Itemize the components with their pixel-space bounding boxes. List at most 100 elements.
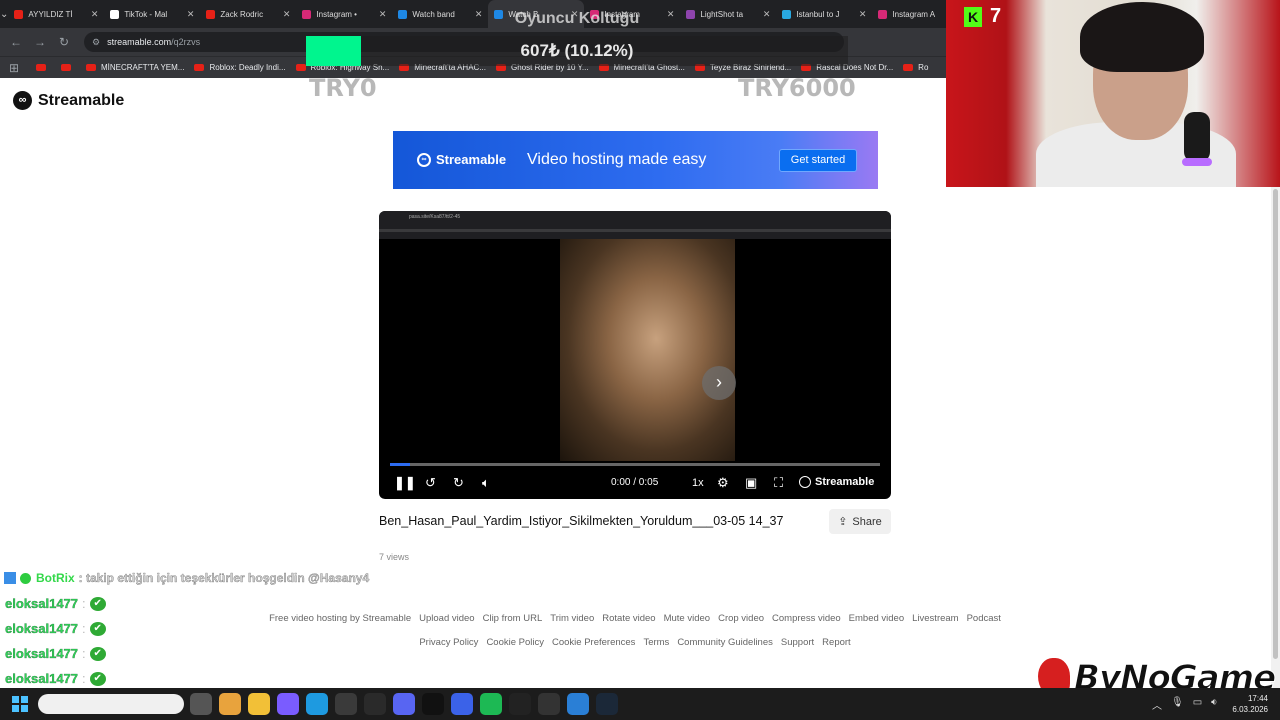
- bookmark-item[interactable]: [61, 63, 76, 72]
- footer-link[interactable]: Rotate video: [602, 613, 655, 624]
- start-button[interactable]: [12, 696, 28, 712]
- footer-link[interactable]: Upload video: [419, 613, 474, 624]
- footer-link[interactable]: Trim video: [550, 613, 594, 624]
- donation-goal-max: TRY6000: [738, 74, 856, 102]
- bookmark-item[interactable]: Roblox: Deadly Indi...: [194, 63, 286, 72]
- footer-link[interactable]: Cookie Preferences: [552, 637, 635, 648]
- youtube-icon: [295, 64, 306, 71]
- banner-logo-icon: ∞: [417, 152, 431, 167]
- apps-grid-icon[interactable]: ⊞: [2, 61, 26, 75]
- tab-close-icon[interactable]: ✕: [859, 9, 867, 20]
- footer-link[interactable]: Privacy Policy: [419, 637, 478, 648]
- forward-icon[interactable]: ↻: [453, 475, 464, 491]
- chat-username: eloksal1477: [5, 671, 79, 686]
- player-streamable-logo[interactable]: Streamable: [799, 476, 874, 488]
- browser-tab[interactable]: Zack Rodric ✕: [200, 0, 296, 28]
- footer-link[interactable]: Community Guidelines: [677, 637, 773, 648]
- site-info-icon[interactable]: ⚙: [92, 37, 100, 48]
- taskbar-search[interactable]: [38, 694, 184, 714]
- footer-link[interactable]: Embed video: [849, 613, 904, 624]
- get-started-button[interactable]: Get started: [779, 149, 857, 172]
- chat-colon: :: [82, 646, 86, 661]
- footer-link[interactable]: Terms: [643, 637, 669, 648]
- fullscreen-icon[interactable]: ⛶: [774, 475, 783, 491]
- system-tray: ︿ 🎙︎ ▭ 🔉︎: [1152, 697, 1226, 712]
- footer-link[interactable]: Livestream: [912, 613, 958, 624]
- rewind-icon[interactable]: ↺: [425, 475, 436, 491]
- copilot-icon[interactable]: [277, 693, 299, 715]
- inner-url-text: pasa.site/Ksa87/tt/2-45: [409, 214, 461, 220]
- task-view-icon[interactable]: [190, 693, 212, 715]
- verified-badge-icon: [20, 572, 31, 584]
- tab-close-icon[interactable]: ✕: [283, 9, 291, 20]
- next-video-button[interactable]: ›: [702, 366, 736, 400]
- volume-icon[interactable]: 🔈︎: [482, 475, 490, 491]
- tab-search-chevron-icon[interactable]: ⌄: [0, 0, 8, 28]
- share-button[interactable]: ⇪ Share: [829, 509, 891, 534]
- terminal-icon[interactable]: [509, 693, 531, 715]
- bookmark-item[interactable]: MİNECRAFT'TA YEM...: [86, 63, 184, 72]
- tab-close-icon[interactable]: ✕: [91, 9, 99, 20]
- footer-link[interactable]: Mute video: [664, 613, 710, 624]
- kick-viewer-count: 7: [990, 5, 1002, 27]
- speaker-icon[interactable]: 🔉︎: [1211, 697, 1217, 712]
- spotify-icon[interactable]: [480, 693, 502, 715]
- banner-tagline: Video hosting made easy: [527, 151, 707, 168]
- chat-message: eloksal1477:✔: [5, 646, 106, 661]
- page-scrollbar[interactable]: [1271, 187, 1280, 688]
- footer-link[interactable]: Crop video: [718, 613, 764, 624]
- footer-link[interactable]: Report: [822, 637, 851, 648]
- roblox-studio-icon[interactable]: [567, 693, 589, 715]
- chat-colon: :: [82, 621, 86, 636]
- video-progress-bar[interactable]: [390, 463, 880, 466]
- file-explorer-icon[interactable]: [248, 693, 270, 715]
- back-arrow-icon[interactable]: ←: [4, 35, 28, 49]
- footer-link[interactable]: Cookie Policy: [486, 637, 544, 648]
- pause-icon[interactable]: ❚❚: [394, 475, 416, 491]
- youtube-icon: [36, 64, 46, 71]
- playback-speed-button[interactable]: 1x: [692, 477, 704, 489]
- edge-icon[interactable]: [306, 693, 328, 715]
- chat-message: eloksal1477:✔: [5, 621, 106, 636]
- discord-icon[interactable]: [393, 693, 415, 715]
- share-icon: ⇪: [838, 516, 848, 528]
- obs-icon[interactable]: [364, 693, 386, 715]
- clock-time: 17:44: [1247, 694, 1268, 703]
- video-time: 0:00 / 0:05: [611, 477, 659, 488]
- footer-link[interactable]: Support: [781, 637, 814, 648]
- store-icon[interactable]: [335, 693, 357, 715]
- tab-title: AYYILDIZ Tİ: [28, 9, 73, 19]
- tab-close-icon[interactable]: ✕: [187, 9, 195, 20]
- chat-username: eloksal1477: [5, 596, 79, 611]
- promo-banner[interactable]: ∞ Streamable Video hosting made easy Get…: [393, 131, 878, 189]
- url-host: streamable.com: [107, 37, 172, 47]
- browser-tab[interactable]: AYYILDIZ Tİ ✕: [8, 0, 104, 28]
- picture-in-picture-icon[interactable]: ▣: [745, 475, 757, 491]
- vpn-icon[interactable]: [451, 693, 473, 715]
- footer-link[interactable]: Podcast: [967, 613, 1001, 624]
- tray-chevron-icon[interactable]: ︿: [1152, 697, 1162, 712]
- bookmark-item[interactable]: Ro: [903, 63, 928, 72]
- footer-link[interactable]: Free video hosting by Streamable: [269, 613, 411, 624]
- capcut-icon[interactable]: [422, 693, 444, 715]
- epic-games-icon[interactable]: [538, 693, 560, 715]
- checkmark-emote-icon: ✔: [89, 621, 106, 636]
- taskbar-clock[interactable]: 17:44 6.03.2026: [1232, 693, 1268, 715]
- forward-arrow-icon[interactable]: →: [28, 35, 52, 49]
- streamable-logo[interactable]: ∞ Streamable: [13, 91, 124, 110]
- video-player[interactable]: pasa.site/Ksa87/tt/2-45 › ❚❚ ↺ ↻ 🔈︎ 0:00…: [379, 211, 891, 499]
- mic-tray-icon[interactable]: 🎙︎: [1171, 697, 1184, 712]
- webcam-hair: [1080, 2, 1204, 72]
- browser-tab[interactable]: TikTok - Mal ✕: [104, 0, 200, 28]
- footer-link[interactable]: Compress video: [772, 613, 841, 624]
- settings-gear-icon[interactable]: ⚙: [717, 475, 729, 491]
- bookmark-item[interactable]: [36, 63, 51, 72]
- network-icon[interactable]: ▭: [1193, 697, 1202, 712]
- scrollbar-thumb[interactable]: [1273, 189, 1278, 659]
- steam-icon[interactable]: [596, 693, 618, 715]
- tab-favicon-icon: [878, 9, 888, 19]
- reload-icon[interactable]: ↻: [52, 35, 76, 49]
- youtube-icon: [194, 64, 205, 71]
- chrome-icon[interactable]: [219, 693, 241, 715]
- footer-link[interactable]: Clip from URL: [483, 613, 543, 624]
